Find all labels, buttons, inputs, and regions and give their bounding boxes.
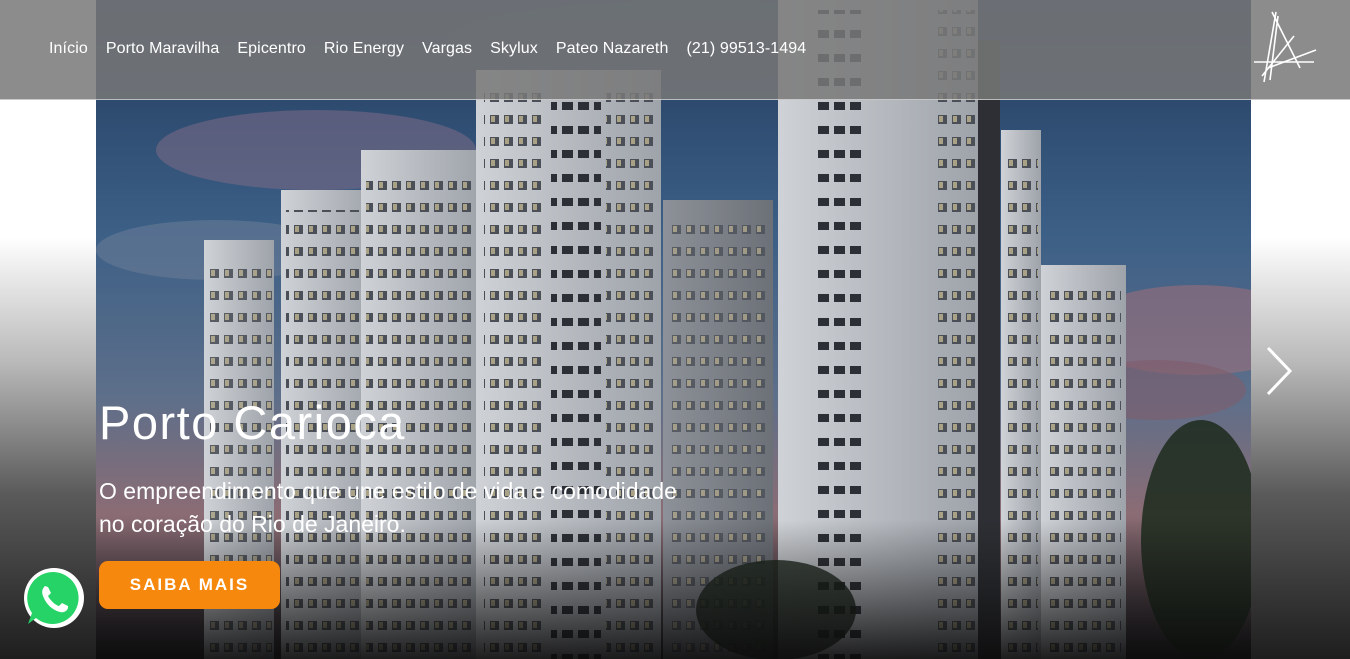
chevron-right-icon[interactable] <box>1262 345 1296 397</box>
nav-item-rio-energy[interactable]: Rio Energy <box>315 36 413 62</box>
page: Início Porto Maravilha Epicentro Rio Ene… <box>0 0 1350 659</box>
nav-item-epicentro[interactable]: Epicentro <box>228 36 315 62</box>
nav-item-phone[interactable]: (21) 99513-1494 <box>677 36 815 62</box>
nav-item-porto-maravilha[interactable]: Porto Maravilha <box>97 36 229 62</box>
hero-subtitle: O empreendimento que une estilo de vida … <box>99 478 677 537</box>
nav-item-pateo-nazareth[interactable]: Pateo Nazareth <box>547 36 678 62</box>
hero-title: Porto Carioca <box>99 396 406 449</box>
nav-item-skylux[interactable]: Skylux <box>481 36 547 62</box>
site-header: Início Porto Maravilha Epicentro Rio Ene… <box>0 0 1350 100</box>
saiba-mais-button[interactable]: SAIBA MAIS <box>99 561 280 609</box>
nav-item-vargas[interactable]: Vargas <box>413 36 481 62</box>
nav-item-inicio[interactable]: Início <box>40 36 97 62</box>
whatsapp-icon[interactable] <box>21 566 87 632</box>
main-nav: Início Porto Maravilha Epicentro Rio Ene… <box>40 36 815 62</box>
logo-icon[interactable] <box>1254 10 1318 84</box>
